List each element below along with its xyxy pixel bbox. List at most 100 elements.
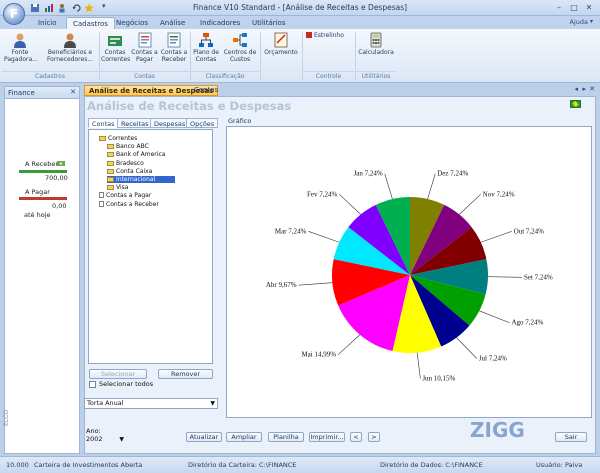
star-icon[interactable]	[84, 3, 94, 13]
leader-line	[416, 352, 421, 379]
tree-item-label: Bradesco	[116, 159, 144, 167]
pie-label-fev: Fev 7,24%	[307, 190, 338, 198]
status-user: Usuário: Paiva	[536, 461, 583, 469]
fonte-pagadora-button[interactable]: Fonte Pagadora...	[4, 32, 38, 63]
pie-label-jan: Jan 7,24%	[354, 170, 383, 178]
tree-item-label: Visa	[116, 184, 129, 192]
tree-item[interactable]: Correntes	[99, 135, 137, 142]
tree-item[interactable]: Bank of America	[107, 151, 165, 158]
person-icon	[64, 33, 76, 48]
orcamento-button[interactable]: Orçamento	[262, 32, 300, 56]
tree-item[interactable]: Banco ABC	[107, 143, 149, 150]
help-dropdown-icon[interactable]: ▾	[590, 18, 593, 25]
pie-label-mar: Mar 7,24%	[275, 227, 307, 235]
doc-tab-contas[interactable]: Contas	[190, 85, 222, 96]
remover-button[interactable]: Remover	[158, 369, 213, 379]
folder-icon	[107, 185, 114, 191]
calculadora-button[interactable]: Calculadora	[358, 32, 394, 56]
users-icon[interactable]	[58, 3, 68, 13]
pie-label-abr: Abr 9,67%	[266, 281, 297, 289]
centros-custos-button[interactable]: Centros de Custos	[222, 32, 258, 63]
tree-item[interactable]: Contas a Pagar	[99, 192, 151, 199]
contas-pagar-button[interactable]: Contas a Pagar	[131, 32, 158, 63]
panel-tab-despesas[interactable]: Despesas	[150, 118, 190, 128]
tree-item[interactable]: Conta Caixa	[107, 168, 152, 175]
tree-item[interactable]: Contas a Receber	[99, 200, 159, 208]
chart-icon[interactable]	[44, 3, 54, 13]
undo-icon[interactable]	[72, 3, 82, 13]
status-bar: 10.000 Carteira de Investimentos Aberta …	[0, 456, 600, 473]
pagar-label: A Pagar	[25, 188, 50, 196]
save-icon[interactable]	[30, 3, 40, 13]
leader-line	[384, 173, 393, 200]
tree-item[interactable]: Bradesco	[107, 160, 144, 167]
tab-cadastros[interactable]: Cadastros	[66, 17, 115, 29]
plano-contas-button[interactable]: Plano de Contas	[192, 32, 220, 63]
tab-indicadores[interactable]: Indicadores	[194, 17, 246, 29]
orcamento-label: Orçamento	[264, 49, 298, 56]
ano-select[interactable]: 2002 ▼	[84, 435, 126, 446]
close-window-button[interactable]: ✕	[582, 2, 596, 13]
selecionar-todos-checkbox[interactable]	[89, 381, 96, 388]
chevron-down-icon: ▼	[119, 436, 124, 443]
receber-value: 700,00	[45, 174, 68, 182]
tab-prev-icon[interactable]: ◂	[574, 85, 578, 93]
contas-correntes-button[interactable]: Contas Correntes	[101, 32, 130, 63]
document-tab-strip: Análise de Receitas e Despesas Contas ◂ …	[84, 85, 596, 96]
panel-tab-contas[interactable]: Contas	[88, 118, 119, 128]
tree-item[interactable]: Internacional	[107, 176, 176, 183]
tab-negocios[interactable]: Negócios	[110, 17, 154, 29]
chart-type-value: Torta Anual	[87, 399, 124, 407]
status-count: 10.000	[6, 461, 29, 469]
leader-line	[479, 310, 510, 324]
folder-icon	[107, 144, 114, 150]
chart-type-select[interactable]: Torta Anual ▼	[84, 398, 218, 409]
group-separator	[260, 32, 261, 80]
hierarchy-icon	[199, 33, 213, 47]
pagar-bar	[19, 197, 67, 200]
close-panel-icon[interactable]: ✕	[70, 88, 76, 96]
money-icon	[57, 161, 65, 166]
folder-icon	[99, 136, 106, 141]
panel-tab-opcoes[interactable]: Opções	[186, 118, 219, 128]
ampliar-button[interactable]: Ampliar	[226, 432, 262, 442]
minimize-button[interactable]: –	[552, 2, 566, 13]
leader-line	[458, 194, 481, 215]
pagar-value: 0,00	[52, 202, 67, 210]
flowchart-icon	[233, 33, 247, 47]
folder-icon	[107, 160, 114, 166]
leader-line	[298, 282, 333, 286]
pie-label-set: Set 7,24%	[524, 273, 553, 281]
atualizar-button[interactable]: Atualizar	[186, 432, 222, 442]
tab-inicio[interactable]: Início	[32, 17, 63, 29]
tab-analise[interactable]: Análise	[154, 17, 191, 29]
receber-bar	[19, 170, 67, 173]
imprimir-button[interactable]: Imprimir...	[309, 432, 345, 442]
tab-next-icon[interactable]: ▸	[582, 85, 586, 93]
prev-button[interactable]: <	[350, 432, 362, 442]
close-document-icon[interactable]: ✕	[589, 85, 595, 93]
pie-label-dez: Dez 7,24%	[437, 170, 468, 178]
help-link[interactable]: Ajuda	[570, 18, 588, 26]
beneficiarios-label: Beneficiários e Fornecedores...	[46, 49, 94, 63]
qat-dropdown-icon[interactable]: ▾	[102, 2, 106, 10]
panel-tab-receitas[interactable]: Receitas	[117, 118, 153, 128]
tree-item[interactable]: Visa	[107, 184, 128, 191]
group-utilitarios-label: Utilitários	[356, 71, 396, 81]
account-tree[interactable]: Correntes Banco ABC Bank of America Bradesc…	[88, 129, 213, 364]
pie-label-jul: Jul 7,24%	[479, 354, 507, 362]
ano-value: 2002	[86, 435, 103, 443]
leader-line	[339, 194, 362, 215]
folder-icon	[107, 177, 114, 182]
planilha-button[interactable]: Planilha	[268, 432, 304, 442]
beneficiarios-button[interactable]: Beneficiários e Fornecedores...	[44, 32, 96, 63]
sair-button[interactable]: Sair	[555, 432, 587, 442]
next-button[interactable]: >	[368, 432, 380, 442]
app-orb-button[interactable]: F	[3, 3, 25, 25]
tab-utilitarios[interactable]: Utilitários	[246, 17, 292, 29]
contas-receber-button[interactable]: Contas a Receber	[160, 32, 188, 63]
selecionar-button[interactable]: Selecionar	[89, 369, 147, 379]
chevron-down-icon: ▼	[210, 400, 215, 407]
maximize-button[interactable]: □	[567, 2, 581, 13]
estrelinho-button[interactable]: Estrelinho	[306, 32, 352, 39]
